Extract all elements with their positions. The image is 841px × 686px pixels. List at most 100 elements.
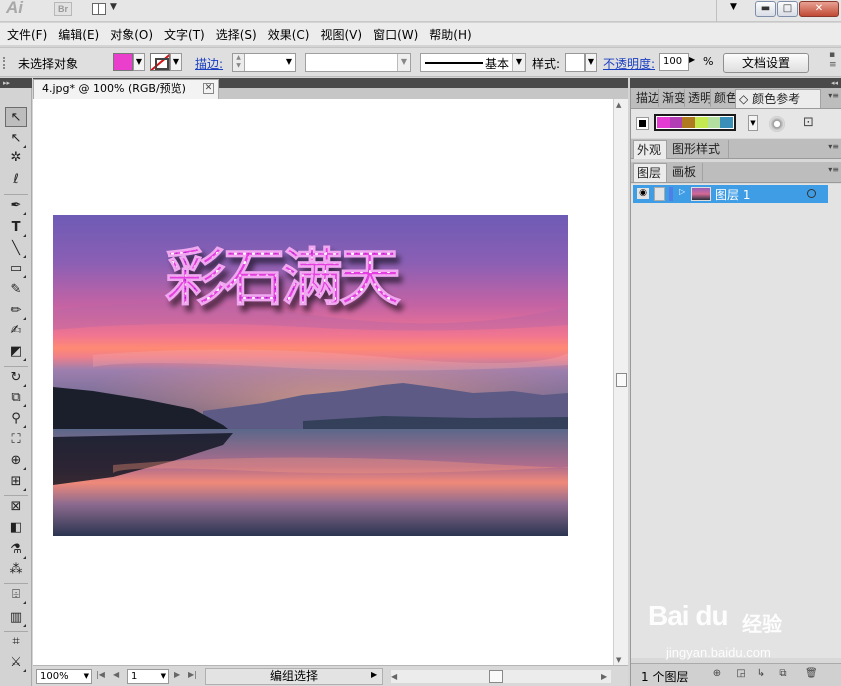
- magic-wand-tool-icon[interactable]: ✲: [5, 148, 27, 168]
- panel-menu-icon[interactable]: ▾≡: [828, 142, 839, 151]
- harmony-color-5[interactable]: [707, 117, 721, 128]
- direct-selection-tool-icon[interactable]: ↖: [5, 129, 27, 149]
- graphic-style-dropdown[interactable]: ▼: [585, 53, 597, 72]
- fill-color-swatch[interactable]: [113, 53, 133, 71]
- menu-help[interactable]: 帮助(H): [427, 26, 480, 43]
- arrange-documents-icon[interactable]: [92, 3, 106, 15]
- harmony-rules-dropdown[interactable]: ▼: [748, 115, 758, 131]
- panel-menu-icon[interactable]: ▾≡: [828, 165, 839, 174]
- eye-icon[interactable]: ◉: [637, 188, 649, 199]
- scroll-up-icon[interactable]: ▲: [616, 101, 621, 109]
- tab-layers[interactable]: 图层: [633, 163, 667, 182]
- rectangle-tool-icon[interactable]: ▭: [5, 259, 27, 279]
- free-transform-tool-icon[interactable]: ⛶: [5, 430, 27, 450]
- previous-artboard-icon[interactable]: ◀: [113, 670, 119, 679]
- bridge-button[interactable]: Br: [54, 2, 72, 16]
- opacity-input[interactable]: 100: [659, 53, 689, 71]
- minimize-button[interactable]: ▬: [755, 1, 776, 17]
- layer-name[interactable]: 图层 1: [715, 186, 750, 203]
- status-display[interactable]: 编组选择: [205, 668, 383, 685]
- maximize-button[interactable]: □: [777, 1, 798, 17]
- tab-appearance[interactable]: 外观: [633, 140, 667, 159]
- save-color-group-icon[interactable]: ⊡: [803, 115, 814, 130]
- stroke-label-link[interactable]: 描边:: [195, 55, 223, 72]
- stroke-color-swatch[interactable]: [150, 53, 170, 71]
- menu-select[interactable]: 选择(S): [214, 26, 266, 43]
- harmony-color-2[interactable]: [669, 117, 683, 128]
- stroke-weight-field[interactable]: ▲ ▼ ▼: [232, 53, 296, 72]
- layer-target-icon[interactable]: [807, 189, 816, 198]
- artboard-tool-icon[interactable]: ⌗: [5, 632, 27, 652]
- panel-menu-icon[interactable]: ▾≡: [828, 91, 839, 100]
- blend-tool-icon[interactable]: ⁂: [5, 560, 27, 580]
- horizontal-scroll-thumb[interactable]: [489, 670, 503, 683]
- selection-tool-icon[interactable]: ↖: [5, 107, 27, 127]
- gradient-tool-icon[interactable]: ◧: [5, 518, 27, 538]
- harmony-color-4[interactable]: [695, 117, 708, 128]
- slice-tool-icon[interactable]: ⚔: [5, 653, 27, 673]
- control-bar-grip[interactable]: [3, 57, 7, 69]
- arrange-documents-dropdown-icon[interactable]: ▼: [110, 2, 117, 12]
- harmony-color-6[interactable]: [720, 117, 734, 128]
- shape-builder-tool-icon[interactable]: ⊕: [5, 451, 27, 471]
- lasso-tool-icon[interactable]: ℓ: [5, 170, 27, 190]
- base-color-swatch[interactable]: [636, 117, 649, 130]
- harmony-colors-strip[interactable]: [654, 114, 736, 131]
- horizontal-scrollbar[interactable]: ◀ ▶: [391, 670, 611, 683]
- column-graph-tool-icon[interactable]: ▥: [5, 608, 27, 628]
- scale-tool-icon[interactable]: ⧉: [5, 388, 27, 408]
- stroke-weight-stepper[interactable]: ▲ ▼: [233, 54, 245, 71]
- stroke-weight-dropdown-icon[interactable]: ▼: [286, 57, 292, 66]
- artboard-number-select[interactable]: 1 ▼: [127, 669, 169, 684]
- control-bar-menu-icon[interactable]: ▪ ≡: [829, 50, 837, 70]
- menu-object[interactable]: 对象(O): [108, 26, 162, 43]
- tab-transparency[interactable]: 透明: [685, 89, 711, 107]
- panel-dock-collapse-icon[interactable]: ◂◂: [630, 78, 841, 88]
- artboard-canvas[interactable]: 彩石满天: [33, 99, 613, 665]
- menu-effect[interactable]: 效果(C): [266, 26, 319, 43]
- document-setup-button[interactable]: 文档设置: [723, 53, 809, 73]
- opacity-slider-arrow[interactable]: ▶: [689, 55, 695, 64]
- brush-definition-dropdown[interactable]: 基本 ▼: [420, 53, 526, 72]
- last-artboard-icon[interactable]: ▶|: [188, 670, 197, 679]
- stroke-dropdown[interactable]: ▼: [170, 53, 182, 71]
- edit-colors-icon[interactable]: [769, 116, 785, 132]
- close-button[interactable]: ✕: [799, 1, 839, 17]
- scroll-left-icon[interactable]: ◀: [391, 672, 397, 681]
- harmony-color-1[interactable]: [657, 117, 670, 128]
- menu-type[interactable]: 文字(T): [162, 26, 214, 43]
- blob-brush-tool-icon[interactable]: ✍: [5, 321, 27, 341]
- rotate-tool-icon[interactable]: ↻: [5, 368, 27, 388]
- lock-toggle[interactable]: [654, 187, 665, 201]
- line-tool-icon[interactable]: ╲: [5, 239, 27, 259]
- menu-view[interactable]: 视图(V): [318, 26, 371, 43]
- next-artboard-icon[interactable]: ▶: [174, 670, 180, 679]
- vertical-scrollbar[interactable]: ▲ ▼: [613, 99, 628, 665]
- tab-stroke[interactable]: 描边: [633, 89, 659, 107]
- tab-gradient[interactable]: 渐变: [659, 89, 685, 107]
- graphic-style-swatch[interactable]: [565, 53, 585, 72]
- placed-image-artwork[interactable]: 彩石满天: [53, 215, 568, 536]
- zoom-level-select[interactable]: 100% ▼: [36, 669, 92, 684]
- document-tab[interactable]: 4.jpg* @ 100% (RGB/预览) ✕: [33, 79, 219, 99]
- layer-row[interactable]: ◉ ▷ 图层 1: [633, 185, 828, 203]
- symbol-sprayer-tool-icon[interactable]: ⌹: [5, 585, 27, 605]
- width-tool-icon[interactable]: ⚲: [5, 409, 27, 429]
- vertical-scroll-thumb[interactable]: [616, 373, 627, 387]
- expand-triangle-icon[interactable]: ▷: [679, 187, 685, 196]
- paintbrush-tool-icon[interactable]: ✎: [5, 280, 27, 300]
- tools-collapse-icon[interactable]: ▸▸: [0, 78, 32, 88]
- close-icon[interactable]: ✕: [203, 83, 214, 94]
- eyedropper-tool-icon[interactable]: ⚗: [5, 540, 27, 560]
- first-artboard-icon[interactable]: |◀: [96, 670, 105, 679]
- menu-file[interactable]: 文件(F): [5, 26, 56, 43]
- scroll-right-icon[interactable]: ▶: [601, 672, 607, 681]
- tab-color[interactable]: 颜色: [711, 89, 737, 107]
- scroll-down-icon[interactable]: ▼: [616, 656, 621, 664]
- eraser-tool-icon[interactable]: ◩: [5, 342, 27, 362]
- type-tool-icon[interactable]: T: [5, 218, 27, 238]
- mesh-tool-icon[interactable]: ⊠: [5, 497, 27, 517]
- tab-graphic-styles[interactable]: 图形样式: [669, 140, 729, 158]
- fill-dropdown[interactable]: ▼: [133, 53, 145, 71]
- pen-tool-icon[interactable]: ✒: [5, 196, 27, 216]
